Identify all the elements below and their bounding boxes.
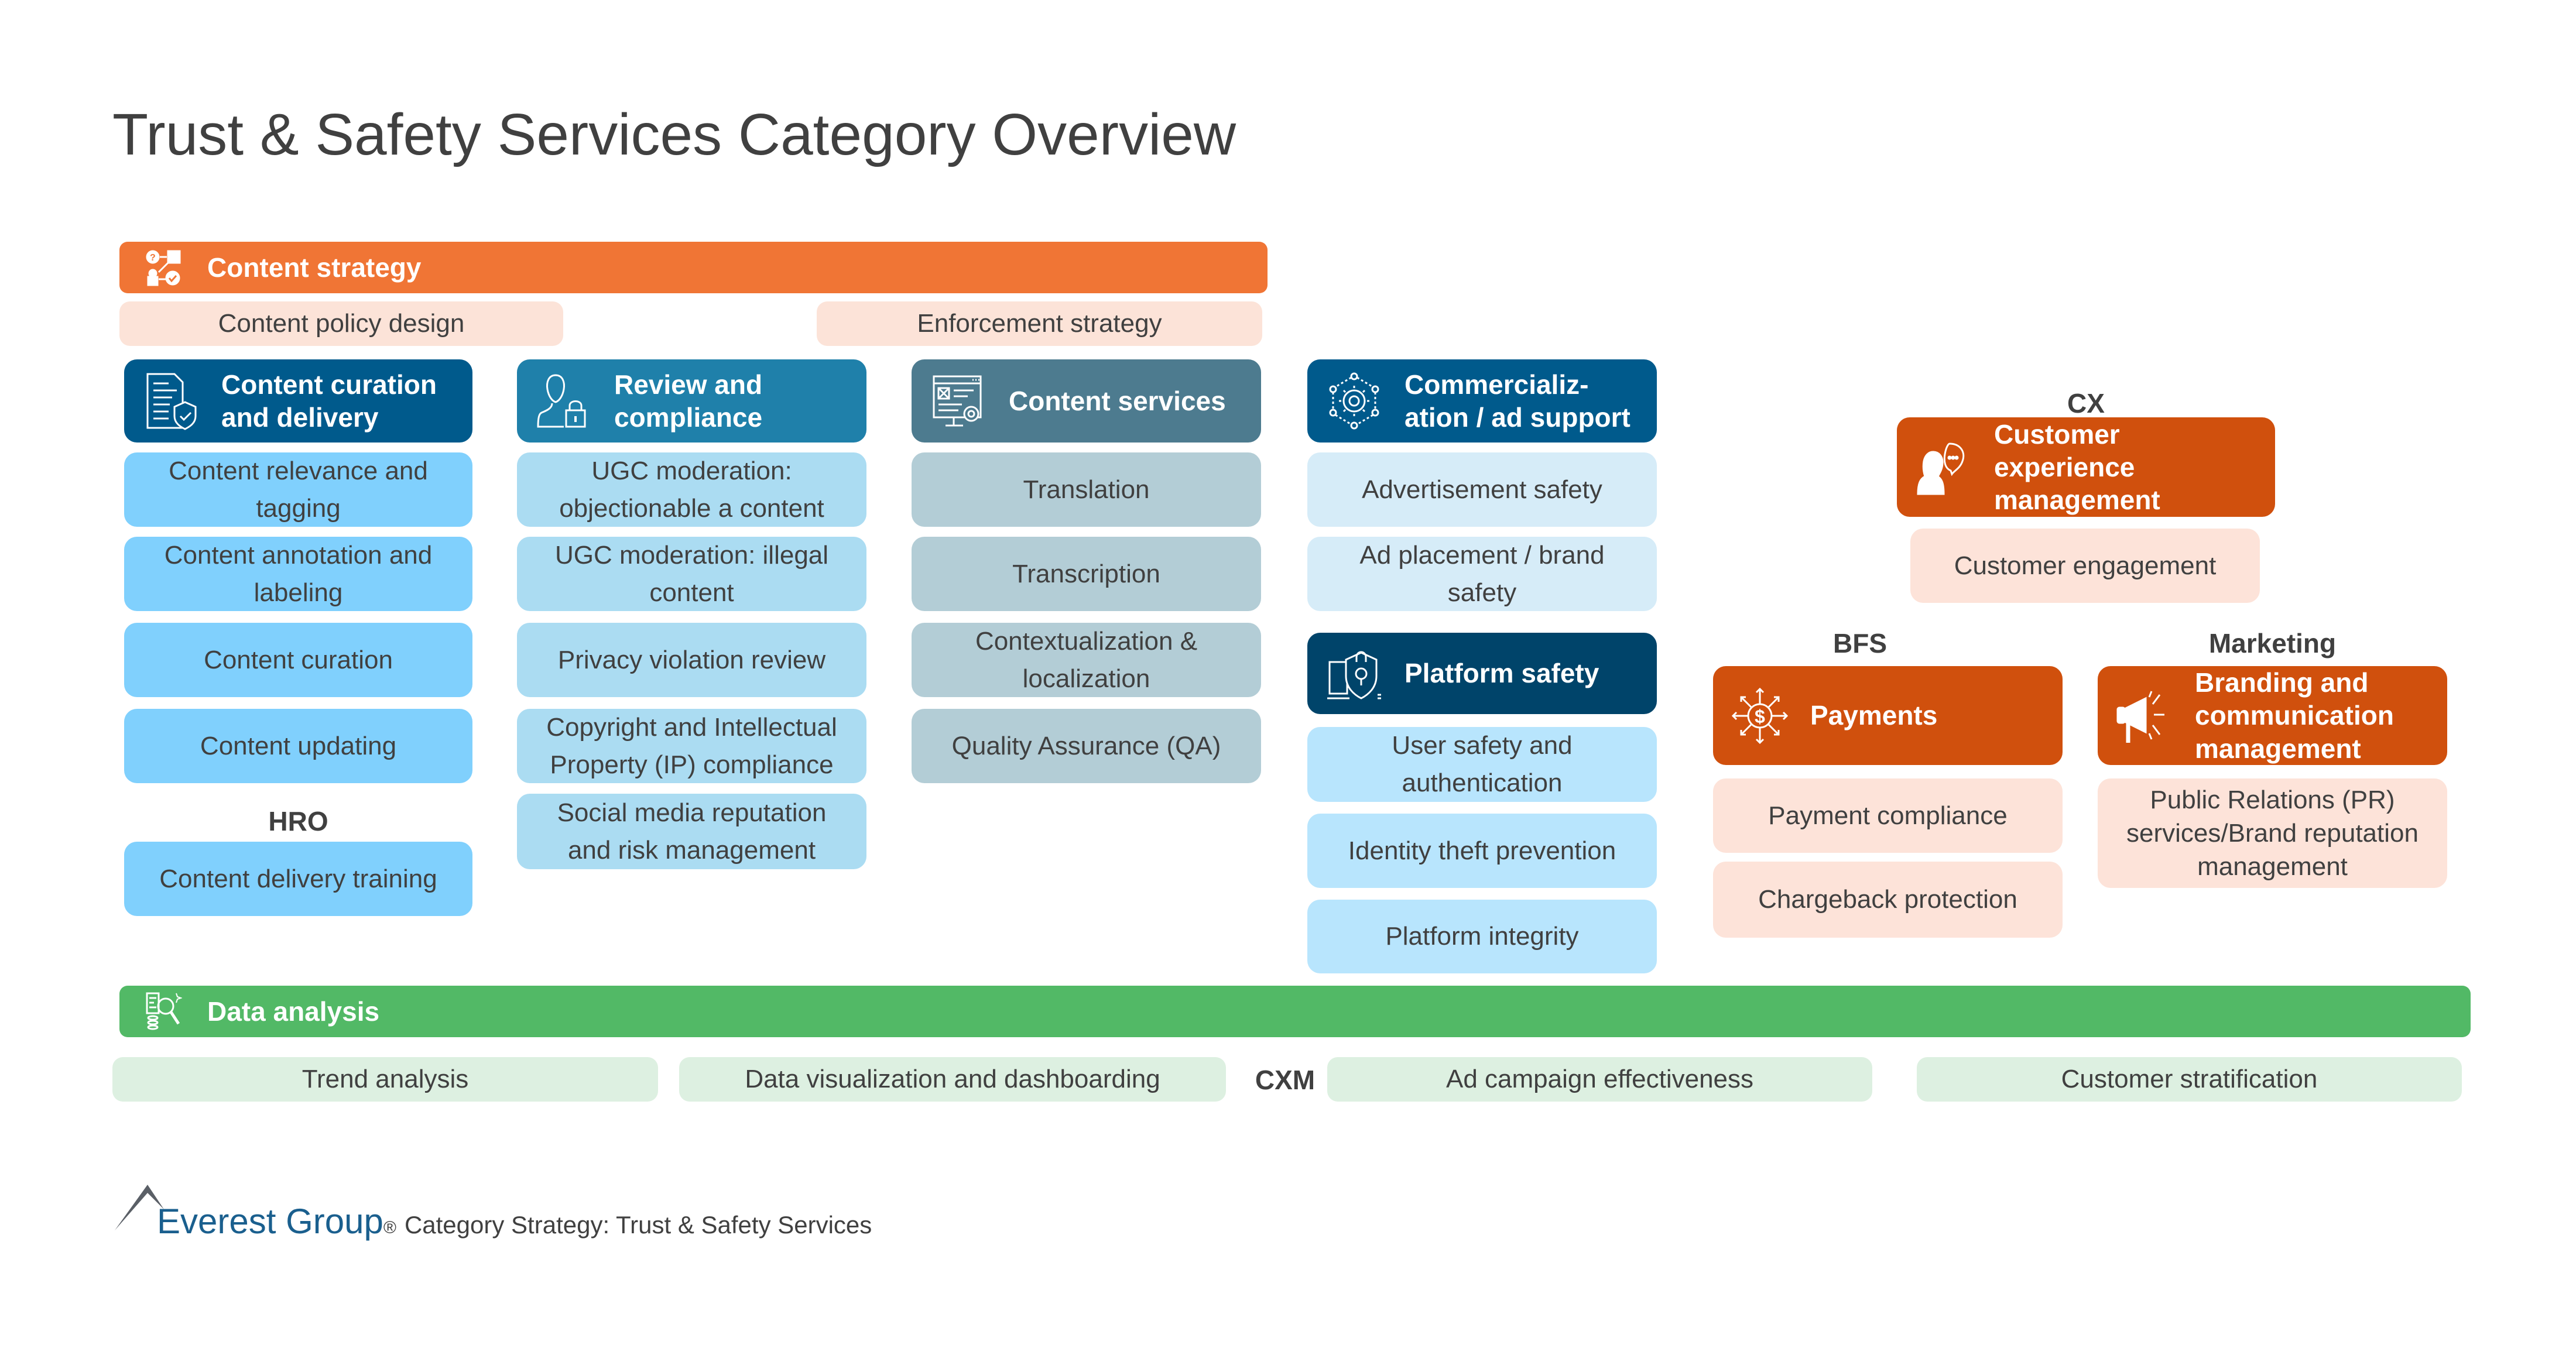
agent-chat-icon xyxy=(1914,435,1973,499)
content-strategy-label: Content strategy xyxy=(207,252,422,283)
payments-header: $ Payments xyxy=(1713,666,2063,765)
content-services-title: Content services xyxy=(1009,385,1226,416)
enforcement-strategy: Enforcement strategy xyxy=(817,301,1262,346)
platform-safety-header: Platform safety xyxy=(1307,633,1657,714)
content-relevance-tagging: Content relevance and tagging xyxy=(124,452,472,527)
chargeback-protection: Chargeback protection xyxy=(1713,862,2063,938)
user-lock-icon xyxy=(535,369,593,433)
cx-management-title: Customer experience management xyxy=(1994,419,2160,516)
payment-compliance: Payment compliance xyxy=(1713,778,2063,853)
content-delivery-training: Content delivery training xyxy=(124,842,472,916)
device-shield-lock-icon xyxy=(1325,642,1383,706)
ad-campaign-effectiveness: Ad campaign effectiveness xyxy=(1327,1057,1872,1102)
quality-assurance: Quality Assurance (QA) xyxy=(912,709,1261,783)
registered-mark: ® xyxy=(383,1218,396,1237)
strategy-flow-icon: ? xyxy=(143,247,184,288)
cxm-label: CXM xyxy=(1255,1065,1316,1095)
content-curation-header: Content curation and delivery xyxy=(124,359,472,443)
content-policy-design: Content policy design xyxy=(119,301,563,346)
gear-network-icon xyxy=(1325,369,1383,433)
content-updating: Content updating xyxy=(124,709,472,783)
data-magnifier-icon xyxy=(143,991,184,1032)
content-annotation-labeling: Content annotation and labeling xyxy=(124,537,472,611)
data-analysis-label: Data analysis xyxy=(207,996,380,1027)
content-strategy-bar: ? Content strategy xyxy=(119,242,1268,293)
ad-placement-brand-safety: Ad placement / brand safety xyxy=(1307,537,1657,611)
customer-stratification: Customer stratification xyxy=(1917,1057,2462,1102)
privacy-violation-review: Privacy violation review xyxy=(517,623,866,697)
platform-safety-title: Platform safety xyxy=(1405,658,1599,689)
platform-integrity: Platform integrity xyxy=(1307,900,1657,973)
data-analysis-bar: Data analysis xyxy=(119,986,2471,1037)
commercialization-header: Commercializ-ation / ad support xyxy=(1307,359,1657,443)
transcription: Transcription xyxy=(912,537,1261,611)
monitor-gear-icon xyxy=(929,369,988,433)
review-compliance-title: Review and compliance xyxy=(614,369,763,433)
ugc-illegal: UGC moderation: illegal content xyxy=(517,537,866,611)
ugc-objectionable: UGC moderation: objectionable a content xyxy=(517,452,866,527)
content-curation: Content curation xyxy=(124,623,472,697)
contextualization-localization: Contextualization & localization xyxy=(912,623,1261,697)
user-safety-authentication: User safety and authentication xyxy=(1307,727,1657,802)
megaphone-icon xyxy=(2115,684,2174,748)
dollar-arrows-icon: $ xyxy=(1731,684,1789,748)
branding-header: Branding and communication management xyxy=(2098,666,2447,765)
hro-label: HRO xyxy=(268,806,328,836)
content-services-header: Content services xyxy=(912,359,1261,443)
cx-management-header: Customer experience management xyxy=(1897,417,2275,517)
copyright-ip-compliance: Copyright and Intellectual Property (IP)… xyxy=(517,709,866,783)
social-media-reputation: Social media reputation and risk managem… xyxy=(517,794,866,869)
marketing-label: Marketing xyxy=(2208,628,2337,658)
bfs-label: BFS xyxy=(1833,628,1887,658)
review-compliance-header: Review and compliance xyxy=(517,359,866,443)
footer-text: Category Strategy: Trust & Safety Servic… xyxy=(404,1211,872,1239)
document-shield-icon xyxy=(142,369,200,433)
svg-text:$: $ xyxy=(1755,706,1765,727)
identity-theft-prevention: Identity theft prevention xyxy=(1307,814,1657,888)
svg-text:?: ? xyxy=(150,253,156,263)
customer-engagement: Customer engagement xyxy=(1910,529,2260,603)
advertisement-safety: Advertisement safety xyxy=(1307,452,1657,527)
page-title: Trust & Safety Services Category Overvie… xyxy=(112,102,1236,167)
pr-brand-reputation: Public Relations (PR) services/Brand rep… xyxy=(2098,778,2447,888)
cx-label: CX xyxy=(2067,388,2105,419)
translation: Translation xyxy=(912,452,1261,527)
commercialization-title: Commercializ-ation / ad support xyxy=(1405,369,1630,433)
trend-analysis: Trend analysis xyxy=(112,1057,658,1102)
payments-title: Payments xyxy=(1810,700,1938,731)
data-visualization-dashboarding: Data visualization and dashboarding xyxy=(679,1057,1226,1102)
footer-brand: Everest Group xyxy=(157,1202,383,1241)
content-curation-title: Content curation and delivery xyxy=(221,369,437,433)
footer: Everest Group ® Category Strategy: Trust… xyxy=(157,1201,872,1241)
branding-title: Branding and communication management xyxy=(2195,667,2394,764)
